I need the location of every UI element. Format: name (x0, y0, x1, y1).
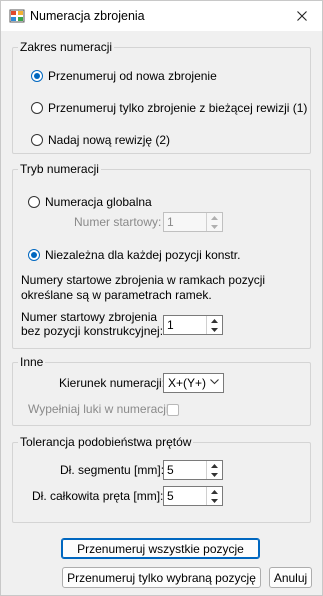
chevron-up-icon (211, 463, 218, 468)
other-legend: Inne (20, 355, 44, 369)
independent-numbering-label[interactable]: Niezależna dla każdej pozycji konstr. (45, 248, 240, 262)
chevron-down-icon (211, 472, 218, 477)
segment-length-value: 5 (167, 463, 174, 477)
start-numbers-note: Numery startowe zbrojenia w ramkach pozy… (21, 273, 266, 302)
start-number-spinner[interactable]: 1 (163, 212, 223, 232)
chevron-down-icon (211, 327, 218, 332)
chevron-up-icon (211, 215, 218, 220)
renumber-new-radio[interactable] (31, 70, 43, 82)
tolerance-group: Tolerancja podobieństwa prętów (12, 436, 311, 523)
direction-select[interactable]: X+(Y+) (163, 373, 224, 393)
spin-down-button[interactable] (207, 222, 222, 231)
total-length-label: Dł. całkowita pręta [mm]: (32, 489, 164, 503)
direction-value: X+(Y+) (168, 376, 207, 390)
spin-up-button[interactable] (207, 461, 222, 470)
renumber-selected-button[interactable]: Przenumeruj tylko wybraną pozycję (62, 567, 261, 588)
global-numbering-radio[interactable] (28, 196, 40, 208)
renumber-current-label[interactable]: Przenumeruj tylko zbrojenie z bieżącej r… (48, 101, 307, 115)
independent-numbering-radio[interactable] (28, 249, 40, 261)
direction-label: Kierunek numeracji: (59, 376, 166, 390)
spin-up-button[interactable] (207, 213, 222, 222)
dialog-window: Numeracja zbrojenia Zakres numeracji Prz… (0, 0, 323, 596)
total-length-value: 5 (167, 489, 174, 503)
global-numbering-label[interactable]: Numeracja globalna (45, 195, 152, 209)
start-no-position-spinner[interactable]: 1 (163, 315, 223, 335)
spin-up-button[interactable] (207, 316, 222, 325)
rebar-numbering-icon (9, 9, 25, 23)
spin-down-button[interactable] (207, 470, 222, 479)
chevron-up-icon (211, 318, 218, 323)
close-icon (297, 11, 307, 21)
fill-gaps-label: Wypełniaj luki w numeracji (28, 402, 169, 416)
renumber-current-radio[interactable] (31, 102, 43, 114)
start-number-value: 1 (167, 215, 174, 229)
numbering-range-legend: Zakres numeracji (20, 40, 113, 54)
cancel-button[interactable]: Anuluj (269, 567, 312, 588)
start-no-position-label-line1: Numer startowy zbrojenia (21, 310, 158, 324)
start-no-position-label-line2: bez pozycji konstrukcyjnej: (21, 324, 164, 338)
renumber-all-button[interactable]: Przenumeruj wszystkie pozycje (61, 538, 260, 559)
new-revision-radio[interactable] (31, 134, 43, 146)
start-number-label: Numer startowy: (74, 215, 162, 229)
total-length-spinner[interactable]: 5 (163, 486, 223, 506)
renumber-new-label[interactable]: Przenumeruj od nowa zbrojenie (48, 69, 217, 83)
fill-gaps-checkbox[interactable] (167, 404, 179, 416)
spin-down-button[interactable] (207, 496, 222, 505)
segment-length-label: Dł. segmentu [mm]: (60, 463, 165, 477)
window-title: Numeracja zbrojenia (30, 9, 145, 23)
close-button[interactable] (284, 1, 320, 31)
new-revision-label[interactable]: Nadaj nową rewizję (2) (48, 133, 170, 147)
tolerance-legend: Tolerancja podobieństwa prętów (20, 435, 192, 449)
chevron-down-icon (211, 224, 218, 229)
chevron-down-icon (210, 379, 219, 385)
chevron-up-icon (211, 489, 218, 494)
spin-down-button[interactable] (207, 325, 222, 334)
chevron-down-icon (211, 498, 218, 503)
segment-length-spinner[interactable]: 5 (163, 460, 223, 480)
spin-up-button[interactable] (207, 487, 222, 496)
title-bar[interactable]: Numeracja zbrojenia (1, 1, 322, 31)
start-no-position-value: 1 (167, 318, 174, 332)
numbering-mode-legend: Tryb numeracji (20, 162, 99, 176)
